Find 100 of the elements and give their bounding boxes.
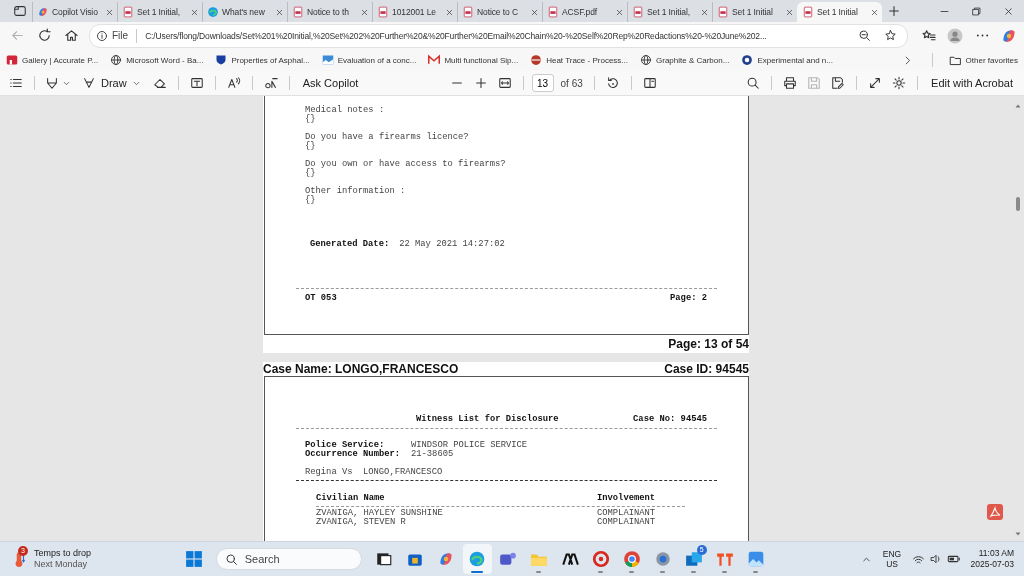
photo-icon: [747, 550, 766, 568]
close-tab-button[interactable]: [275, 7, 284, 17]
close-icon: [105, 7, 114, 17]
mail-icon: [685, 550, 704, 568]
tab[interactable]: Set 1 Initial: [712, 2, 797, 22]
favorite-link[interactable]: Gallery | Accurate P...: [6, 54, 99, 66]
list-icon: [9, 76, 23, 90]
tab[interactable]: ACSF.pdf: [542, 2, 627, 22]
save-icon: [807, 76, 822, 90]
browser-icon: [207, 6, 219, 18]
field-label: Do you have a firearms licence?: [305, 133, 470, 142]
tab[interactable]: What's new: [202, 2, 287, 22]
logo-icon: [6, 54, 18, 66]
close-tab-button[interactable]: [700, 7, 709, 17]
favorite-link[interactable]: Heat Trace - Process...: [530, 54, 628, 66]
highlighter-icon: [45, 76, 59, 90]
restore-icon: [970, 5, 982, 17]
footer-code: OT 053: [305, 294, 337, 303]
zoom-out-icon: [857, 29, 871, 42]
column-header: Civilian Name: [316, 494, 386, 503]
close-tab-button[interactable]: [445, 7, 454, 17]
page-number-field[interactable]: 13: [531, 74, 554, 92]
close-tab-button[interactable]: [530, 7, 539, 17]
search-field[interactable]: Search: [215, 548, 362, 570]
windows-icon: [185, 550, 204, 568]
close-icon: [870, 7, 879, 17]
url-field[interactable]: File C:/Users/flong/Downloads/Set%201%20Initial,%20Set%202%20Further%20&%20Further%20Email%20Chain%20-%20Self%20Rep%20Redactions%20-%20June%202...: [89, 23, 908, 48]
clock-date: 2025-07-03: [970, 559, 1014, 570]
tab[interactable]: Notice to th: [287, 2, 372, 22]
info-value: WINDSOR POLICE SERVICE: [411, 441, 528, 450]
search-icon: [224, 553, 238, 566]
region-code: US: [886, 559, 898, 569]
document-icon: [632, 6, 644, 18]
favorite-link[interactable]: Multi functional Sip...: [428, 54, 519, 66]
tab-title: What's new: [222, 7, 266, 17]
favorite-link[interactable]: Microsoft Word - Ba...: [110, 54, 204, 66]
favorite-label: Multi functional Sip...: [444, 55, 519, 65]
document-icon: [717, 6, 729, 18]
gear-icon: [654, 550, 673, 568]
case-number: Case No: 94545: [633, 415, 707, 424]
plus-icon: [887, 4, 901, 18]
acrobat-button[interactable]: [987, 504, 1003, 520]
ask-copilot-button[interactable]: Ask Copilot: [297, 73, 364, 93]
clock-button[interactable]: 11:03 AM 2025-07-03: [966, 544, 1018, 574]
field-value: {}: [305, 115, 317, 124]
table-cell-text: ZVANIGA, HAYLEY SUNSHINE: [316, 509, 444, 518]
acrobat-icon: [987, 504, 1003, 520]
tab[interactable]: 1012001 Le: [372, 2, 457, 22]
field-value: {}: [305, 196, 317, 205]
document-icon: [547, 6, 559, 18]
tab[interactable]: Copilot Visio: [32, 2, 117, 22]
favorite-link[interactable]: Experimental and n...: [741, 54, 833, 66]
text-box-icon: [189, 76, 204, 90]
favorite-label: Experimental and n...: [757, 55, 833, 65]
url-scheme: File: [112, 30, 129, 41]
document-icon: [802, 6, 814, 18]
tab[interactable]: Set 1 Initial,: [117, 2, 202, 22]
close-tab-button[interactable]: [360, 7, 369, 17]
language-button[interactable]: ENG US: [878, 544, 906, 574]
tab[interactable]: Set 1 Initial,: [627, 2, 712, 22]
clock-time: 11:03 AM: [978, 548, 1014, 559]
search-icon: [746, 76, 761, 90]
favorite-link[interactable]: Properties of Asphal...: [215, 54, 310, 66]
other-favorites-link[interactable]: Other favorites: [948, 53, 1018, 67]
favorite-link[interactable]: Graphite & Carbon...: [640, 54, 730, 66]
settings-icon: [892, 76, 907, 90]
field-label: Other information :: [305, 187, 407, 196]
close-tab-button[interactable]: [785, 7, 794, 17]
close-tab-button[interactable]: [615, 7, 624, 17]
close-icon: [1002, 5, 1014, 17]
close-tab-button[interactable]: [870, 7, 879, 17]
edit-with-acrobat-button[interactable]: Edit with Acrobat: [926, 73, 1018, 93]
plus-icon: [473, 76, 488, 90]
shield-icon: [215, 54, 228, 66]
tab-strip-icon: [13, 4, 27, 18]
info-label: Occurrence Number:: [305, 450, 402, 459]
folder-label: Other favorites: [965, 55, 1018, 65]
favorite-label: Gallery | Accurate P...: [22, 55, 99, 65]
tab[interactable]: Notice to C: [457, 2, 542, 22]
tab[interactable]: Set 1 Initial: [797, 2, 882, 22]
info-value: 21-38605: [411, 450, 454, 459]
table-cell: COMPLAINANT: [597, 509, 656, 518]
star-icon: [883, 29, 897, 42]
footer-page: Page: 2: [670, 294, 707, 303]
scrollbar-thumb[interactable]: [1016, 197, 1020, 211]
ring-icon: [592, 550, 611, 568]
close-tab-button[interactable]: [105, 7, 114, 17]
case-id: Case ID: 94545: [664, 363, 749, 376]
draw-button[interactable]: Draw: [77, 73, 146, 93]
close-tab-button[interactable]: [190, 7, 199, 17]
favorite-label: Properties of Asphal...: [231, 55, 310, 65]
favorite-link[interactable]: Evaluation of a conc...: [321, 54, 417, 66]
tab-title: Set 1 Initial: [817, 7, 859, 17]
home-icon: [63, 28, 79, 43]
globe-icon: [110, 54, 123, 66]
chrome-icon: [623, 550, 642, 568]
generated-value: 22 May 2021 14:27:02: [399, 240, 505, 249]
field-label: Do you own or have access to firearms?: [305, 160, 507, 169]
regina-label: Regina Vs: [305, 468, 354, 477]
page-number-label: Page: 13 of 54: [667, 336, 749, 353]
